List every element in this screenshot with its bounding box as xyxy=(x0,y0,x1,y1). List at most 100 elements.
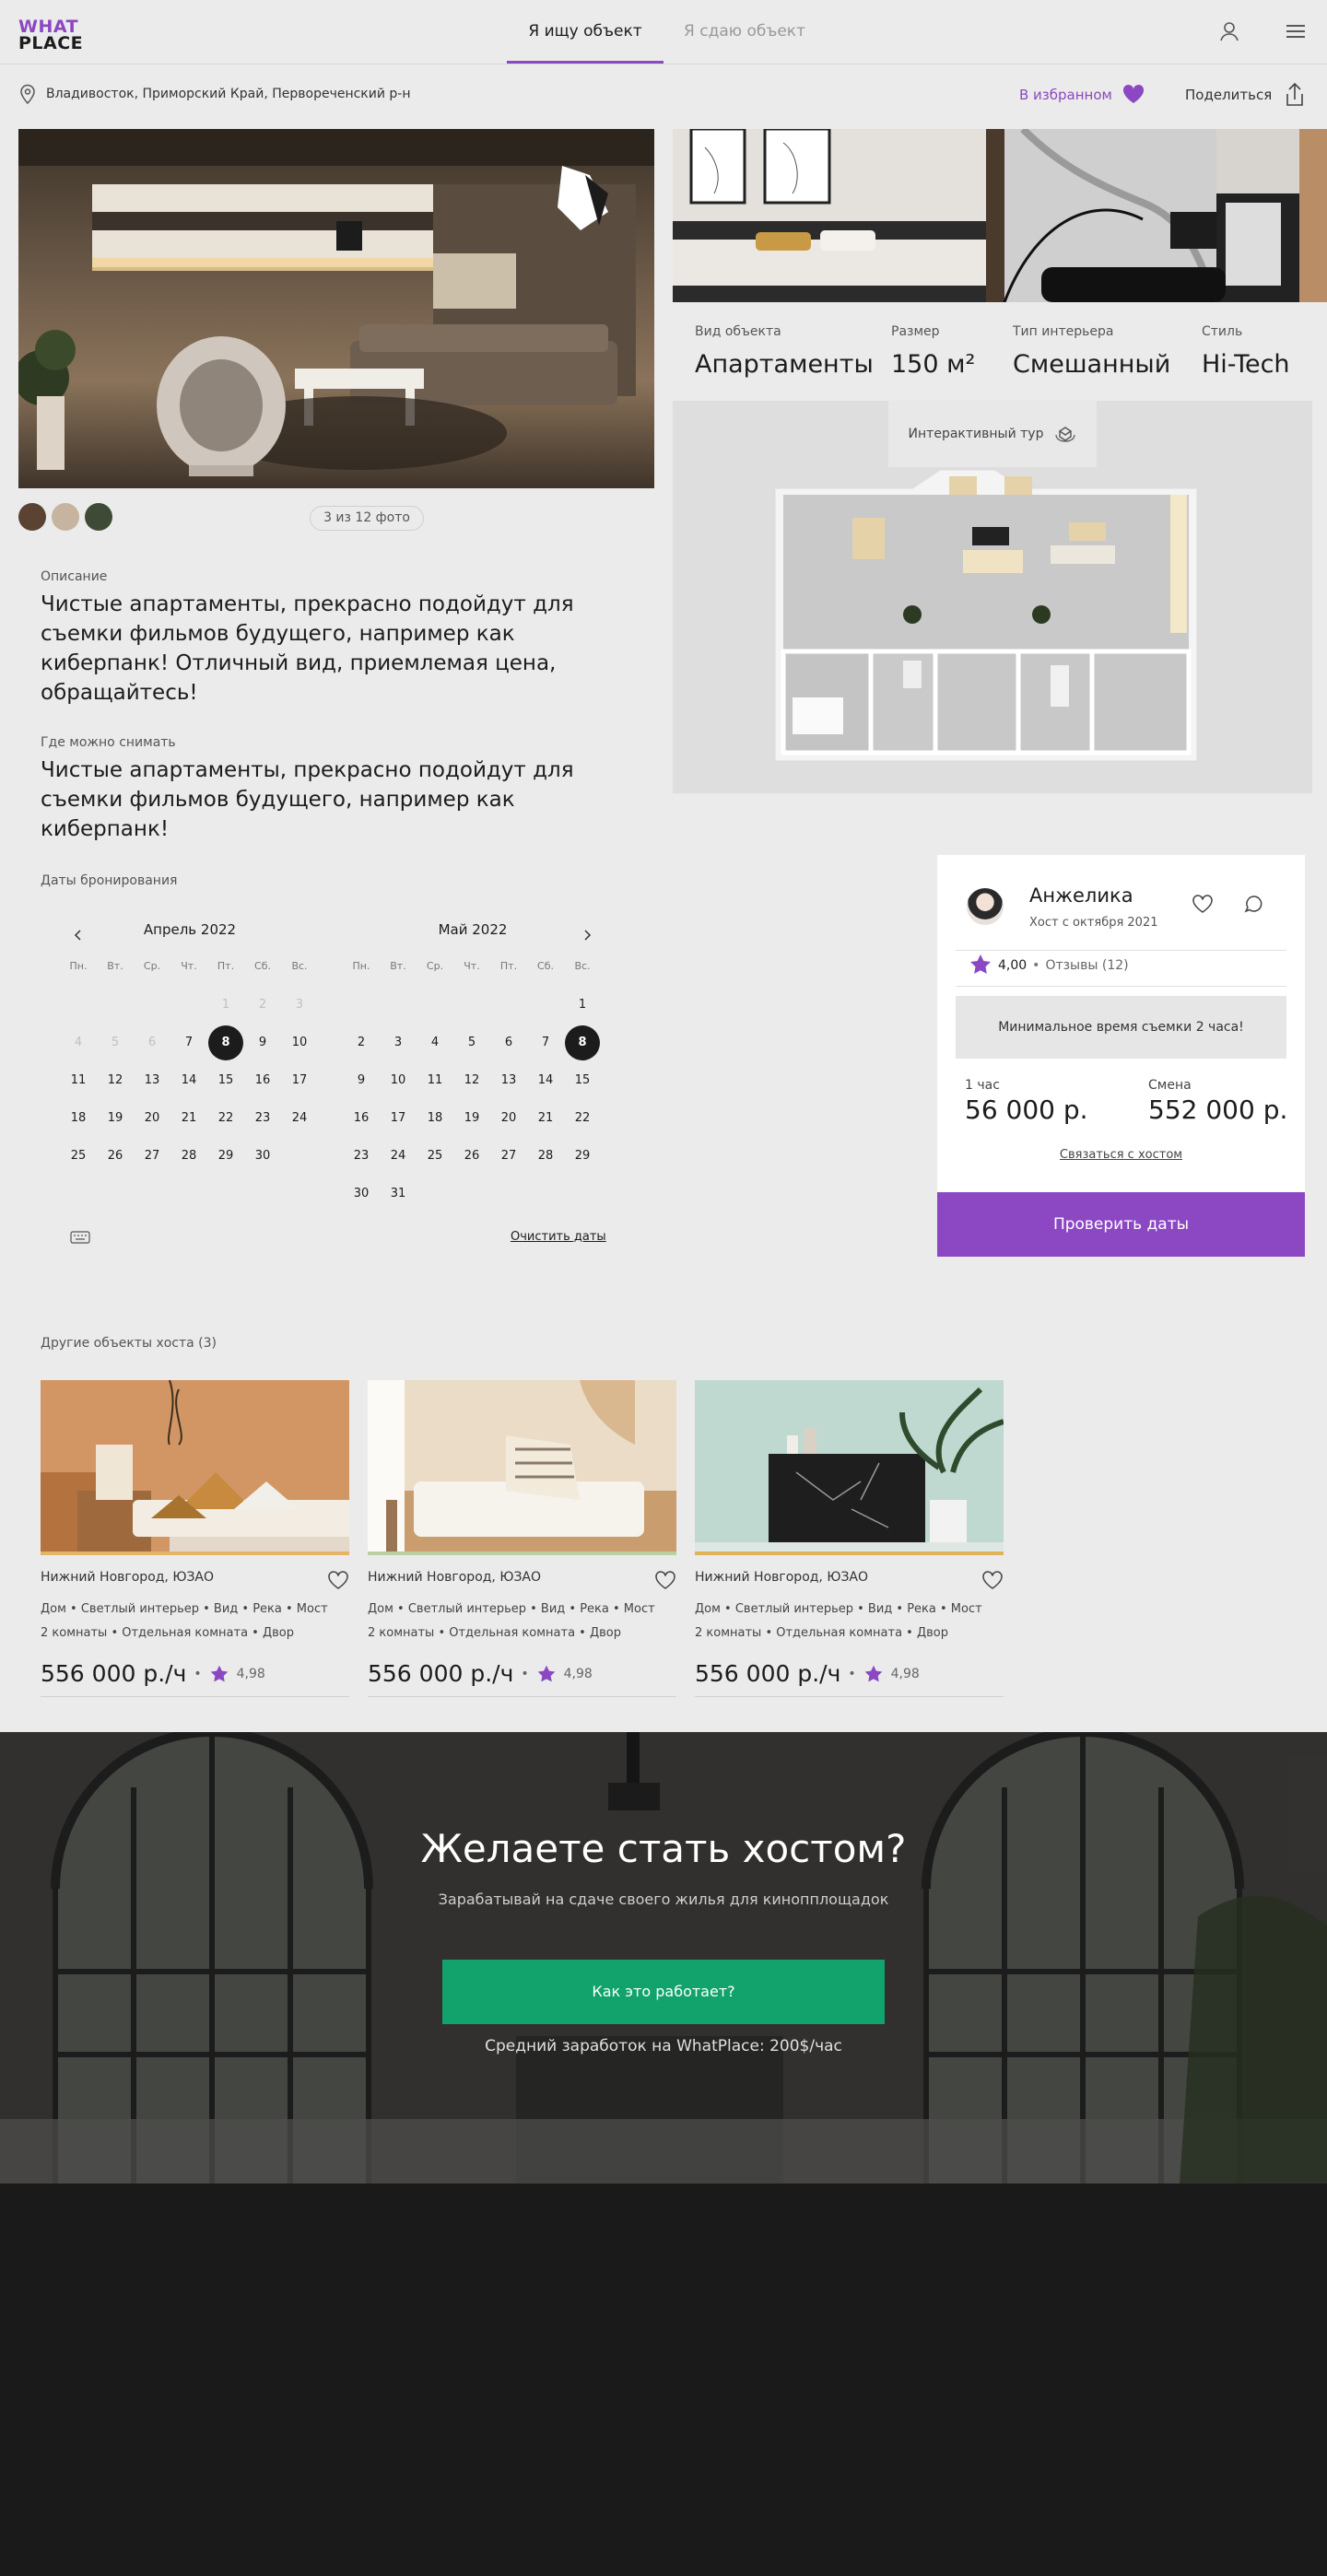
avatar[interactable] xyxy=(967,888,1004,925)
listing-photo-light-room xyxy=(368,1380,676,1555)
calendar-day[interactable]: 24 xyxy=(282,1101,317,1136)
share-link[interactable]: Поделиться xyxy=(1185,87,1272,103)
logo[interactable]: WHAT PLACE xyxy=(18,18,83,53)
interactive-tour-panel[interactable]: Интерактивный тур xyxy=(673,401,1312,793)
calendar-day[interactable]: 4 xyxy=(417,1025,452,1060)
listing-card[interactable]: Нижний Новгород, ЮЗАО Дом • Светлый инте… xyxy=(368,1380,676,1697)
heart-outline-icon[interactable] xyxy=(1192,894,1214,914)
keyboard-icon[interactable] xyxy=(70,1230,90,1245)
calendar-day[interactable]: 29 xyxy=(565,1139,600,1174)
calendar-day[interactable]: 7 xyxy=(528,1025,563,1060)
star-icon xyxy=(970,954,991,974)
calendar-day[interactable]: 1 xyxy=(565,988,600,1023)
calendar-day[interactable]: 27 xyxy=(135,1139,170,1174)
calendar-day-selected[interactable]: 8 xyxy=(565,1025,600,1060)
calendar-day[interactable]: 20 xyxy=(491,1101,526,1136)
calendar-day[interactable]: 19 xyxy=(454,1101,489,1136)
calendar-day[interactable]: 10 xyxy=(381,1063,416,1098)
calendar-day[interactable]: 24 xyxy=(381,1139,416,1174)
calendar-day[interactable]: 21 xyxy=(528,1101,563,1136)
calendar-day[interactable]: 3 xyxy=(381,1025,416,1060)
calendar-day[interactable]: 19 xyxy=(98,1101,133,1136)
calendar-day[interactable]: 26 xyxy=(98,1139,133,1174)
heart-filled-icon[interactable] xyxy=(1121,83,1145,105)
color-swatch-beige[interactable] xyxy=(52,503,79,531)
calendar-day[interactable]: 29 xyxy=(208,1139,243,1174)
calendar-day[interactable]: 13 xyxy=(491,1063,526,1098)
calendar-day[interactable]: 15 xyxy=(565,1063,600,1098)
tab-renting[interactable]: Я сдаю объект xyxy=(684,22,805,41)
calendar-day[interactable]: 30 xyxy=(245,1139,280,1174)
calendar-day[interactable]: 18 xyxy=(417,1101,452,1136)
banner-overlay xyxy=(0,1732,1327,2184)
calendar-day[interactable]: 13 xyxy=(135,1063,170,1098)
color-swatch-brown[interactable] xyxy=(18,503,46,531)
tour-label: Интерактивный тур xyxy=(908,427,1044,441)
main-photo[interactable] xyxy=(18,129,654,488)
host-reviews-link[interactable]: Отзывы (12) xyxy=(1045,958,1128,973)
calendar-day[interactable]: 26 xyxy=(454,1139,489,1174)
tab-searching[interactable]: Я ищу объект xyxy=(507,22,664,41)
calendar-day[interactable]: 25 xyxy=(61,1139,96,1174)
calendar-day[interactable]: 23 xyxy=(344,1139,379,1174)
user-icon[interactable] xyxy=(1216,18,1242,44)
calendar-day[interactable]: 16 xyxy=(245,1063,280,1098)
calendar-day[interactable]: 5 xyxy=(454,1025,489,1060)
how-it-works-button[interactable]: Как это работает? xyxy=(442,1960,885,2024)
calendar-day-selected[interactable]: 8 xyxy=(208,1025,243,1060)
listing-image[interactable] xyxy=(368,1380,676,1555)
calendar-day[interactable]: 15 xyxy=(208,1063,243,1098)
calendar-day[interactable]: 17 xyxy=(381,1101,416,1136)
listing-card[interactable]: Нижний Новгород, ЮЗАО Дом • Светлый инте… xyxy=(41,1380,349,1697)
calendar-day[interactable]: 7 xyxy=(171,1025,206,1060)
calendar-day[interactable]: 12 xyxy=(454,1063,489,1098)
calendar-day[interactable]: 14 xyxy=(528,1063,563,1098)
price-hour-label: 1 час xyxy=(965,1078,1000,1093)
interactive-tour-button[interactable]: Интерактивный тур xyxy=(888,401,1097,467)
listing-tags-line: 2 комнаты • Отдельная комната • Двор xyxy=(368,1626,622,1640)
calendar-day[interactable]: 11 xyxy=(417,1063,452,1098)
calendar-day[interactable]: 14 xyxy=(171,1063,206,1098)
heart-outline-icon[interactable] xyxy=(654,1570,676,1590)
heart-outline-icon[interactable] xyxy=(327,1570,349,1590)
calendar-day[interactable]: 20 xyxy=(135,1101,170,1136)
calendar-day[interactable]: 21 xyxy=(171,1101,206,1136)
calendar-day[interactable]: 23 xyxy=(245,1101,280,1136)
calendar-day[interactable]: 30 xyxy=(344,1177,379,1212)
clear-dates-link[interactable]: Очистить даты xyxy=(511,1230,606,1244)
listing-card[interactable]: Нижний Новгород, ЮЗАО Дом • Светлый инте… xyxy=(695,1380,1004,1697)
calendar-day[interactable]: 18 xyxy=(61,1101,96,1136)
color-swatch-olive[interactable] xyxy=(85,503,112,531)
check-dates-button[interactable]: Проверить даты xyxy=(937,1192,1305,1257)
calendar-day[interactable]: 25 xyxy=(417,1139,452,1174)
favorite-link[interactable]: В избранном xyxy=(1019,87,1112,103)
menu-icon[interactable] xyxy=(1283,18,1309,44)
calendar-day[interactable]: 12 xyxy=(98,1063,133,1098)
calendar-day[interactable]: 16 xyxy=(344,1101,379,1136)
calendar-day[interactable]: 28 xyxy=(528,1139,563,1174)
calendar-day[interactable]: 28 xyxy=(171,1139,206,1174)
share-icon[interactable] xyxy=(1283,81,1307,109)
weekday-label: Пн. xyxy=(69,960,88,972)
calendar-day[interactable]: 31 xyxy=(381,1177,416,1212)
chat-icon[interactable] xyxy=(1243,894,1265,914)
calendar-day[interactable]: 27 xyxy=(491,1139,526,1174)
calendar-day[interactable]: 2 xyxy=(344,1025,379,1060)
heart-outline-icon[interactable] xyxy=(981,1570,1004,1590)
calendar-day[interactable]: 17 xyxy=(282,1063,317,1098)
listing-image[interactable] xyxy=(695,1380,1004,1555)
calendar-day[interactable]: 22 xyxy=(565,1101,600,1136)
weekday-label: Сб. xyxy=(254,960,271,972)
location-text: Владивосток, Приморский Край, Перворечен… xyxy=(46,87,411,101)
secondary-photo[interactable] xyxy=(673,129,1327,302)
listing-image[interactable] xyxy=(41,1380,349,1555)
calendar-day[interactable]: 9 xyxy=(245,1025,280,1060)
contact-host-link[interactable]: Связаться с хостом xyxy=(937,1148,1305,1162)
weekday-label: Вс. xyxy=(574,960,591,972)
calendar-day[interactable]: 22 xyxy=(208,1101,243,1136)
calendar-day[interactable]: 6 xyxy=(491,1025,526,1060)
calendar-day[interactable]: 11 xyxy=(61,1063,96,1098)
calendar-day[interactable]: 9 xyxy=(344,1063,379,1098)
calendar-day[interactable]: 10 xyxy=(282,1025,317,1060)
footer xyxy=(0,2184,1327,2576)
